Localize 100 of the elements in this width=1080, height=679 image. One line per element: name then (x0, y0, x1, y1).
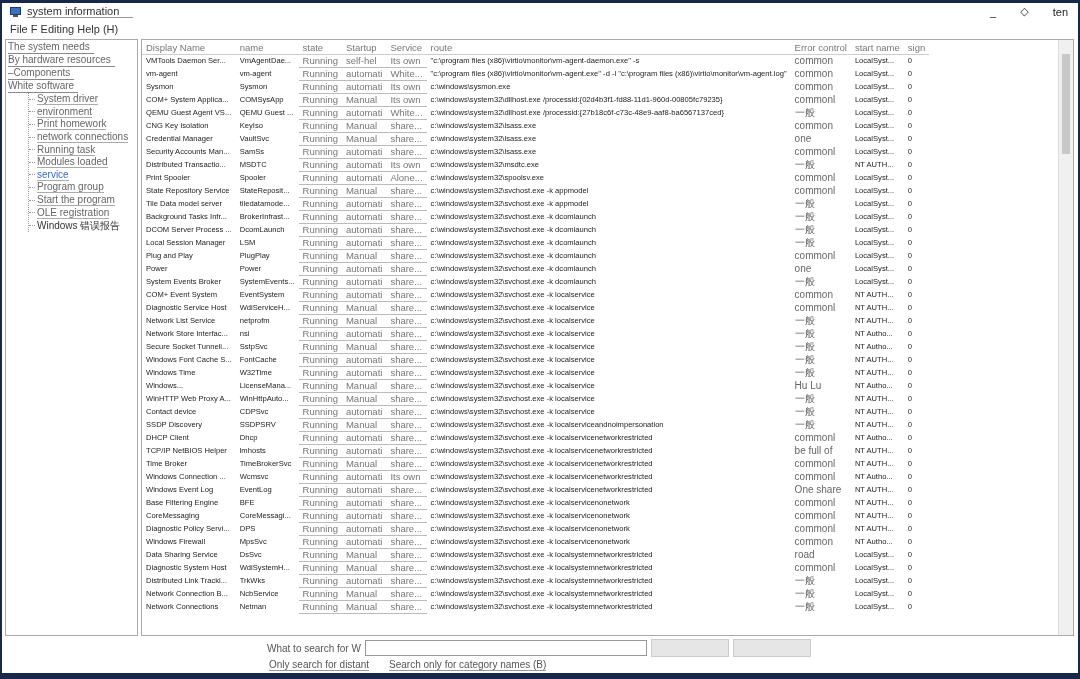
tree-item[interactable]: The system needs (8, 41, 94, 54)
maximize-button[interactable]: ◇ (1018, 5, 1031, 18)
search-option[interactable]: Search only for category names (B) (389, 659, 547, 671)
table-cell-text: 一般 (793, 366, 816, 380)
table-cell: Manual (341, 379, 387, 393)
table-cell: share... (386, 392, 427, 406)
table-cell-text: common (793, 535, 834, 549)
table-cell: Running (298, 418, 342, 432)
search-label: What to search for W (267, 642, 361, 654)
table-cell: Manual (341, 314, 387, 328)
table-cell: Running (298, 444, 342, 458)
tree-item[interactable]: White software (8, 80, 79, 93)
tree-item[interactable]: Modules loaded (37, 156, 108, 169)
tree-item[interactable]: Running task (37, 143, 96, 156)
column-header[interactable]: name (235, 40, 299, 55)
table-cell: automati (341, 145, 387, 159)
scrollbar[interactable] (1058, 40, 1073, 635)
table-cell: share... (386, 262, 427, 276)
search-field[interactable] (364, 640, 647, 656)
table-cell: automati (341, 275, 387, 289)
tree-item[interactable]: Windows 错误报告 (37, 219, 121, 231)
column-header[interactable]: start name (850, 40, 904, 55)
tree-item[interactable]: By hardware resources (8, 54, 115, 67)
tree-item[interactable]: Program group (37, 181, 104, 194)
table-cell: Its own (386, 54, 427, 68)
table-cell-text: road (793, 548, 816, 562)
tree-item[interactable]: network connections (37, 131, 129, 144)
table-cell-text: 一般 (793, 223, 816, 237)
column-header[interactable]: route (426, 40, 791, 55)
table-cell-text: commonl (793, 470, 837, 484)
table-cell: Running (298, 106, 342, 120)
table-cell-text: Hu Lu (793, 379, 823, 393)
table-cell: Manual (341, 600, 387, 614)
table-cell-text: one (793, 262, 813, 276)
tree-item[interactable]: OLE registration (37, 206, 110, 219)
table-cell: Running (298, 509, 342, 523)
table-cell: share... (386, 275, 427, 289)
column-header[interactable]: Error control (790, 40, 851, 55)
column-header[interactable]: state (298, 40, 342, 55)
column-header[interactable]: sign (903, 40, 930, 55)
table-cell: automati (341, 67, 387, 81)
table-cell: Its own (386, 470, 427, 484)
table-cell-text: 一般 (793, 418, 816, 432)
tree-item[interactable]: Print homework (37, 118, 107, 131)
tree-item[interactable]: environment (37, 105, 93, 118)
table-cell: automati (341, 470, 387, 484)
table-cell: Manual (341, 392, 387, 406)
table-cell: Running (298, 470, 342, 484)
table-cell: Manual (341, 587, 387, 601)
table-cell: automati (341, 210, 387, 224)
table-cell: Running (298, 197, 342, 211)
table-cell-text: commonl (793, 171, 837, 185)
column-header[interactable]: Display Name (142, 40, 236, 55)
table-cell: Manual (341, 340, 387, 354)
table-cell: share... (386, 249, 427, 263)
tree-item[interactable]: System driver (37, 93, 99, 106)
table-cell-text: 一般 (793, 587, 816, 601)
table-cell: share... (386, 132, 427, 146)
table-cell: automati (341, 405, 387, 419)
minimize-button[interactable]: _ (988, 5, 999, 18)
search-option[interactable]: Only search for distant (269, 659, 370, 671)
table-cell: share... (386, 496, 427, 510)
tree-item[interactable]: Start the program (37, 194, 115, 207)
table-cell: share... (386, 379, 427, 393)
close-button[interactable]: ten (1050, 5, 1070, 18)
table-cell: Its own (386, 93, 427, 107)
table-cell: Running (298, 119, 342, 133)
menu-bar[interactable]: File F Editing Help (H) (10, 23, 119, 35)
table-cell: Running (298, 249, 342, 263)
table-cell: Running (298, 587, 342, 601)
table-cell: automati (341, 236, 387, 250)
table-cell: share... (386, 431, 427, 445)
table-cell-text: 一般 (793, 405, 816, 419)
table-cell: automati (341, 535, 387, 549)
table-cell-text: common (793, 80, 834, 94)
table-cell: automati (341, 366, 387, 380)
table-cell-text: 一般 (793, 210, 816, 224)
table-cell: Running (298, 379, 342, 393)
table-cell: share... (386, 353, 427, 367)
table-cell-text: be full of (793, 444, 834, 458)
table-cell: share... (386, 522, 427, 536)
table-cell: Manual (341, 184, 387, 198)
column-header[interactable]: Startup (341, 40, 387, 55)
table-cell: self-hel (341, 54, 387, 68)
tree-item[interactable]: service (37, 168, 69, 181)
table-cell: Running (298, 561, 342, 575)
table-cell: automati (341, 574, 387, 588)
table-cell: Manual (341, 249, 387, 263)
table-cell: Running (298, 275, 342, 289)
table-cell: Running (298, 67, 342, 81)
table-cell-text: commonl (793, 522, 837, 536)
table-cell: share... (386, 366, 427, 380)
window-title: system information (27, 5, 134, 18)
column-header[interactable]: Service (386, 40, 427, 55)
table-cell-text: 一般 (793, 392, 816, 406)
table-cell: automati (341, 80, 387, 94)
tree-item[interactable]: –Components (8, 67, 75, 80)
table-cell-text: commonl (793, 93, 837, 107)
table-cell: Running (298, 366, 342, 380)
table-cell: Manual (341, 93, 387, 107)
